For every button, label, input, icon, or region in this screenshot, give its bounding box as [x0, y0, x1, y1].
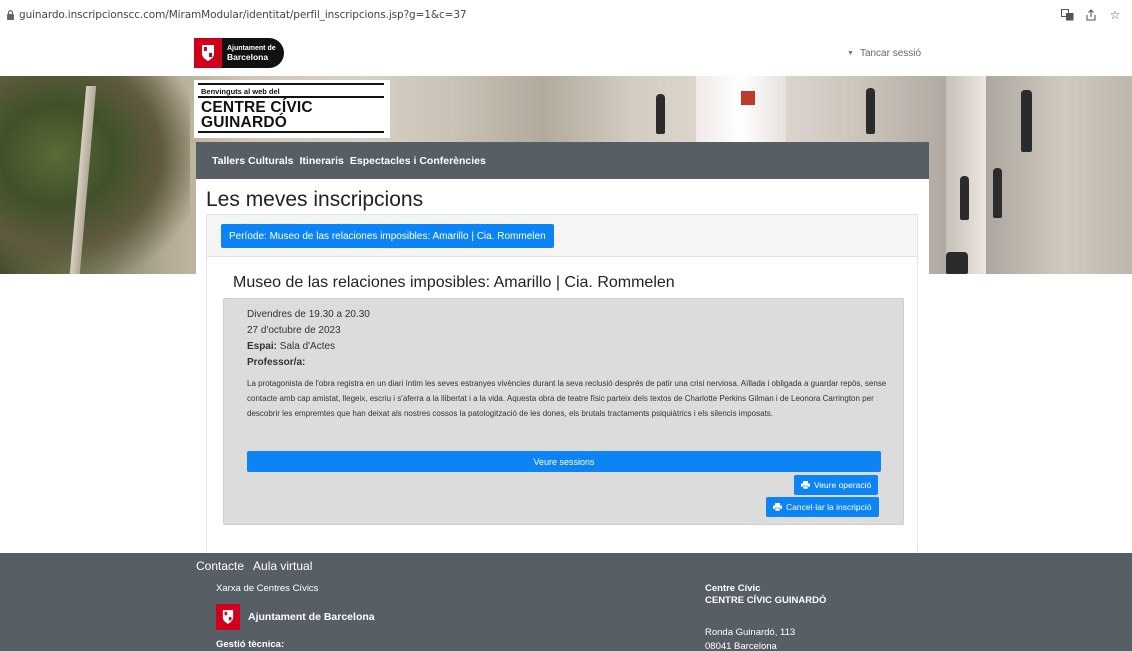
hero-pillar-right — [946, 76, 986, 274]
hero-person — [866, 88, 875, 134]
page-title: Les meves inscripcions — [206, 188, 424, 211]
footer-address: Ronda Guinardó, 113 08041 Barcelona — [705, 626, 795, 651]
cancel-inscription-label: Cancel·lar la inscripció — [786, 502, 872, 512]
ajuntament-logo[interactable]: Ajuntament de Barcelona — [194, 38, 284, 68]
site-top-bar: Ajuntament de Barcelona ▼ Tancar sessió — [0, 32, 1132, 76]
brand-rule — [198, 96, 384, 98]
teacher-label: Professor/a: — [247, 357, 306, 368]
share-icon[interactable] — [1084, 8, 1098, 22]
course-teacher: Professor/a: — [247, 357, 305, 368]
logout-label: Tancar sessió — [859, 48, 922, 59]
footer-link-aula-virtual[interactable]: Aula virtual — [253, 559, 312, 573]
browser-address-bar: guinardo.inscripcionscc.com/MiramModular… — [0, 0, 1132, 32]
logo-text: Ajuntament de Barcelona — [227, 45, 276, 62]
course-title: Museo de las relaciones imposibles: Amar… — [233, 274, 675, 291]
translate-icon[interactable] — [1060, 8, 1074, 22]
hero-person — [946, 252, 968, 274]
hero-person — [960, 176, 969, 220]
site-footer: Contacte Aula virtual Xarxa de Centres C… — [0, 553, 1132, 651]
main-container: Tallers Culturals Itineraris Espectacles… — [196, 142, 929, 553]
lock-icon — [7, 10, 14, 20]
footer-network: Xarxa de Centres Cívics — [216, 583, 319, 594]
hero-tree — [0, 76, 190, 274]
footer-link-contacte[interactable]: Contacte — [196, 559, 244, 573]
view-operation-button[interactable]: Veure operació — [794, 475, 879, 495]
footer-ajuntament-label: Ajuntament de Barcelona — [248, 611, 375, 623]
space-label: Espai: — [247, 341, 278, 352]
course-panel: Museo de las relaciones imposibles: Amar… — [206, 257, 918, 553]
brand-name: CENTRE CÍVIC GUINARDÓ — [201, 99, 313, 131]
brand-rule — [198, 131, 384, 133]
footer-address-line1: Ronda Guinardó, 113 — [705, 627, 796, 638]
space-value: Sala d'Actes — [279, 341, 336, 352]
cancel-inscription-button[interactable]: Cancel·lar la inscripció — [766, 497, 879, 517]
star-icon[interactable]: ☆ — [1108, 8, 1122, 22]
printer-icon — [801, 481, 810, 489]
footer-centre: Centre Cívic CENTRE CÍVIC GUINARDÓ — [705, 583, 826, 607]
footer-links: Contacte Aula virtual — [196, 559, 312, 573]
view-sessions-button[interactable]: Veure sessions — [247, 451, 881, 472]
barcelona-shield-icon — [194, 38, 222, 68]
footer-gestio: Gestió tècnica: — [216, 639, 285, 650]
period-panel: Període: Museo de las relaciones imposib… — [206, 214, 918, 257]
view-operation-label: Veure operació — [814, 480, 872, 490]
hero-red-sign — [741, 91, 755, 105]
nav-item-tallers[interactable]: Tallers Culturals — [212, 155, 294, 167]
nav-item-itineraris[interactable]: Itineraris — [300, 155, 344, 167]
footer-address-line2: 08041 Barcelona — [705, 641, 777, 651]
course-schedule: Divendres de 19.30 a 20.30 — [247, 309, 370, 320]
caret-down-icon: ▼ — [847, 50, 854, 57]
brand-subtitle: Benvinguts al web del — [201, 87, 280, 96]
main-navbar: Tallers Culturals Itineraris Espectacles… — [196, 142, 929, 179]
url-text[interactable]: guinardo.inscripcionscc.com/MiramModular… — [19, 9, 467, 21]
printer-icon — [773, 503, 782, 511]
barcelona-shield-icon — [216, 604, 240, 630]
course-date: 27 d'octubre de 2023 — [247, 325, 341, 336]
period-tab[interactable]: Període: Museo de las relaciones imposib… — [221, 224, 554, 248]
hero-person — [993, 168, 1002, 218]
footer-centre-name: CENTRE CÍVIC GUINARDÓ — [705, 595, 827, 606]
brand-rule — [198, 83, 384, 85]
course-description: La protagonista de l'obra registra en un… — [247, 379, 887, 418]
centre-brand-box: Benvinguts al web del CENTRE CÍVIC GUINA… — [194, 80, 390, 138]
browser-toolbar-icons: ☆ — [1060, 8, 1122, 22]
hero-person — [656, 94, 665, 134]
course-space: Espai: Sala d'Actes — [247, 341, 335, 352]
logout-link[interactable]: ▼ Tancar sessió — [847, 48, 921, 59]
footer-ajuntament-logo[interactable]: Ajuntament de Barcelona — [216, 604, 375, 630]
course-detail-box: Divendres de 19.30 a 20.30 27 d'octubre … — [223, 298, 904, 525]
nav-item-espectacles[interactable]: Espectacles i Conferències — [350, 155, 486, 167]
footer-centre-label: Centre Cívic — [705, 583, 761, 594]
hero-person — [1021, 90, 1032, 152]
